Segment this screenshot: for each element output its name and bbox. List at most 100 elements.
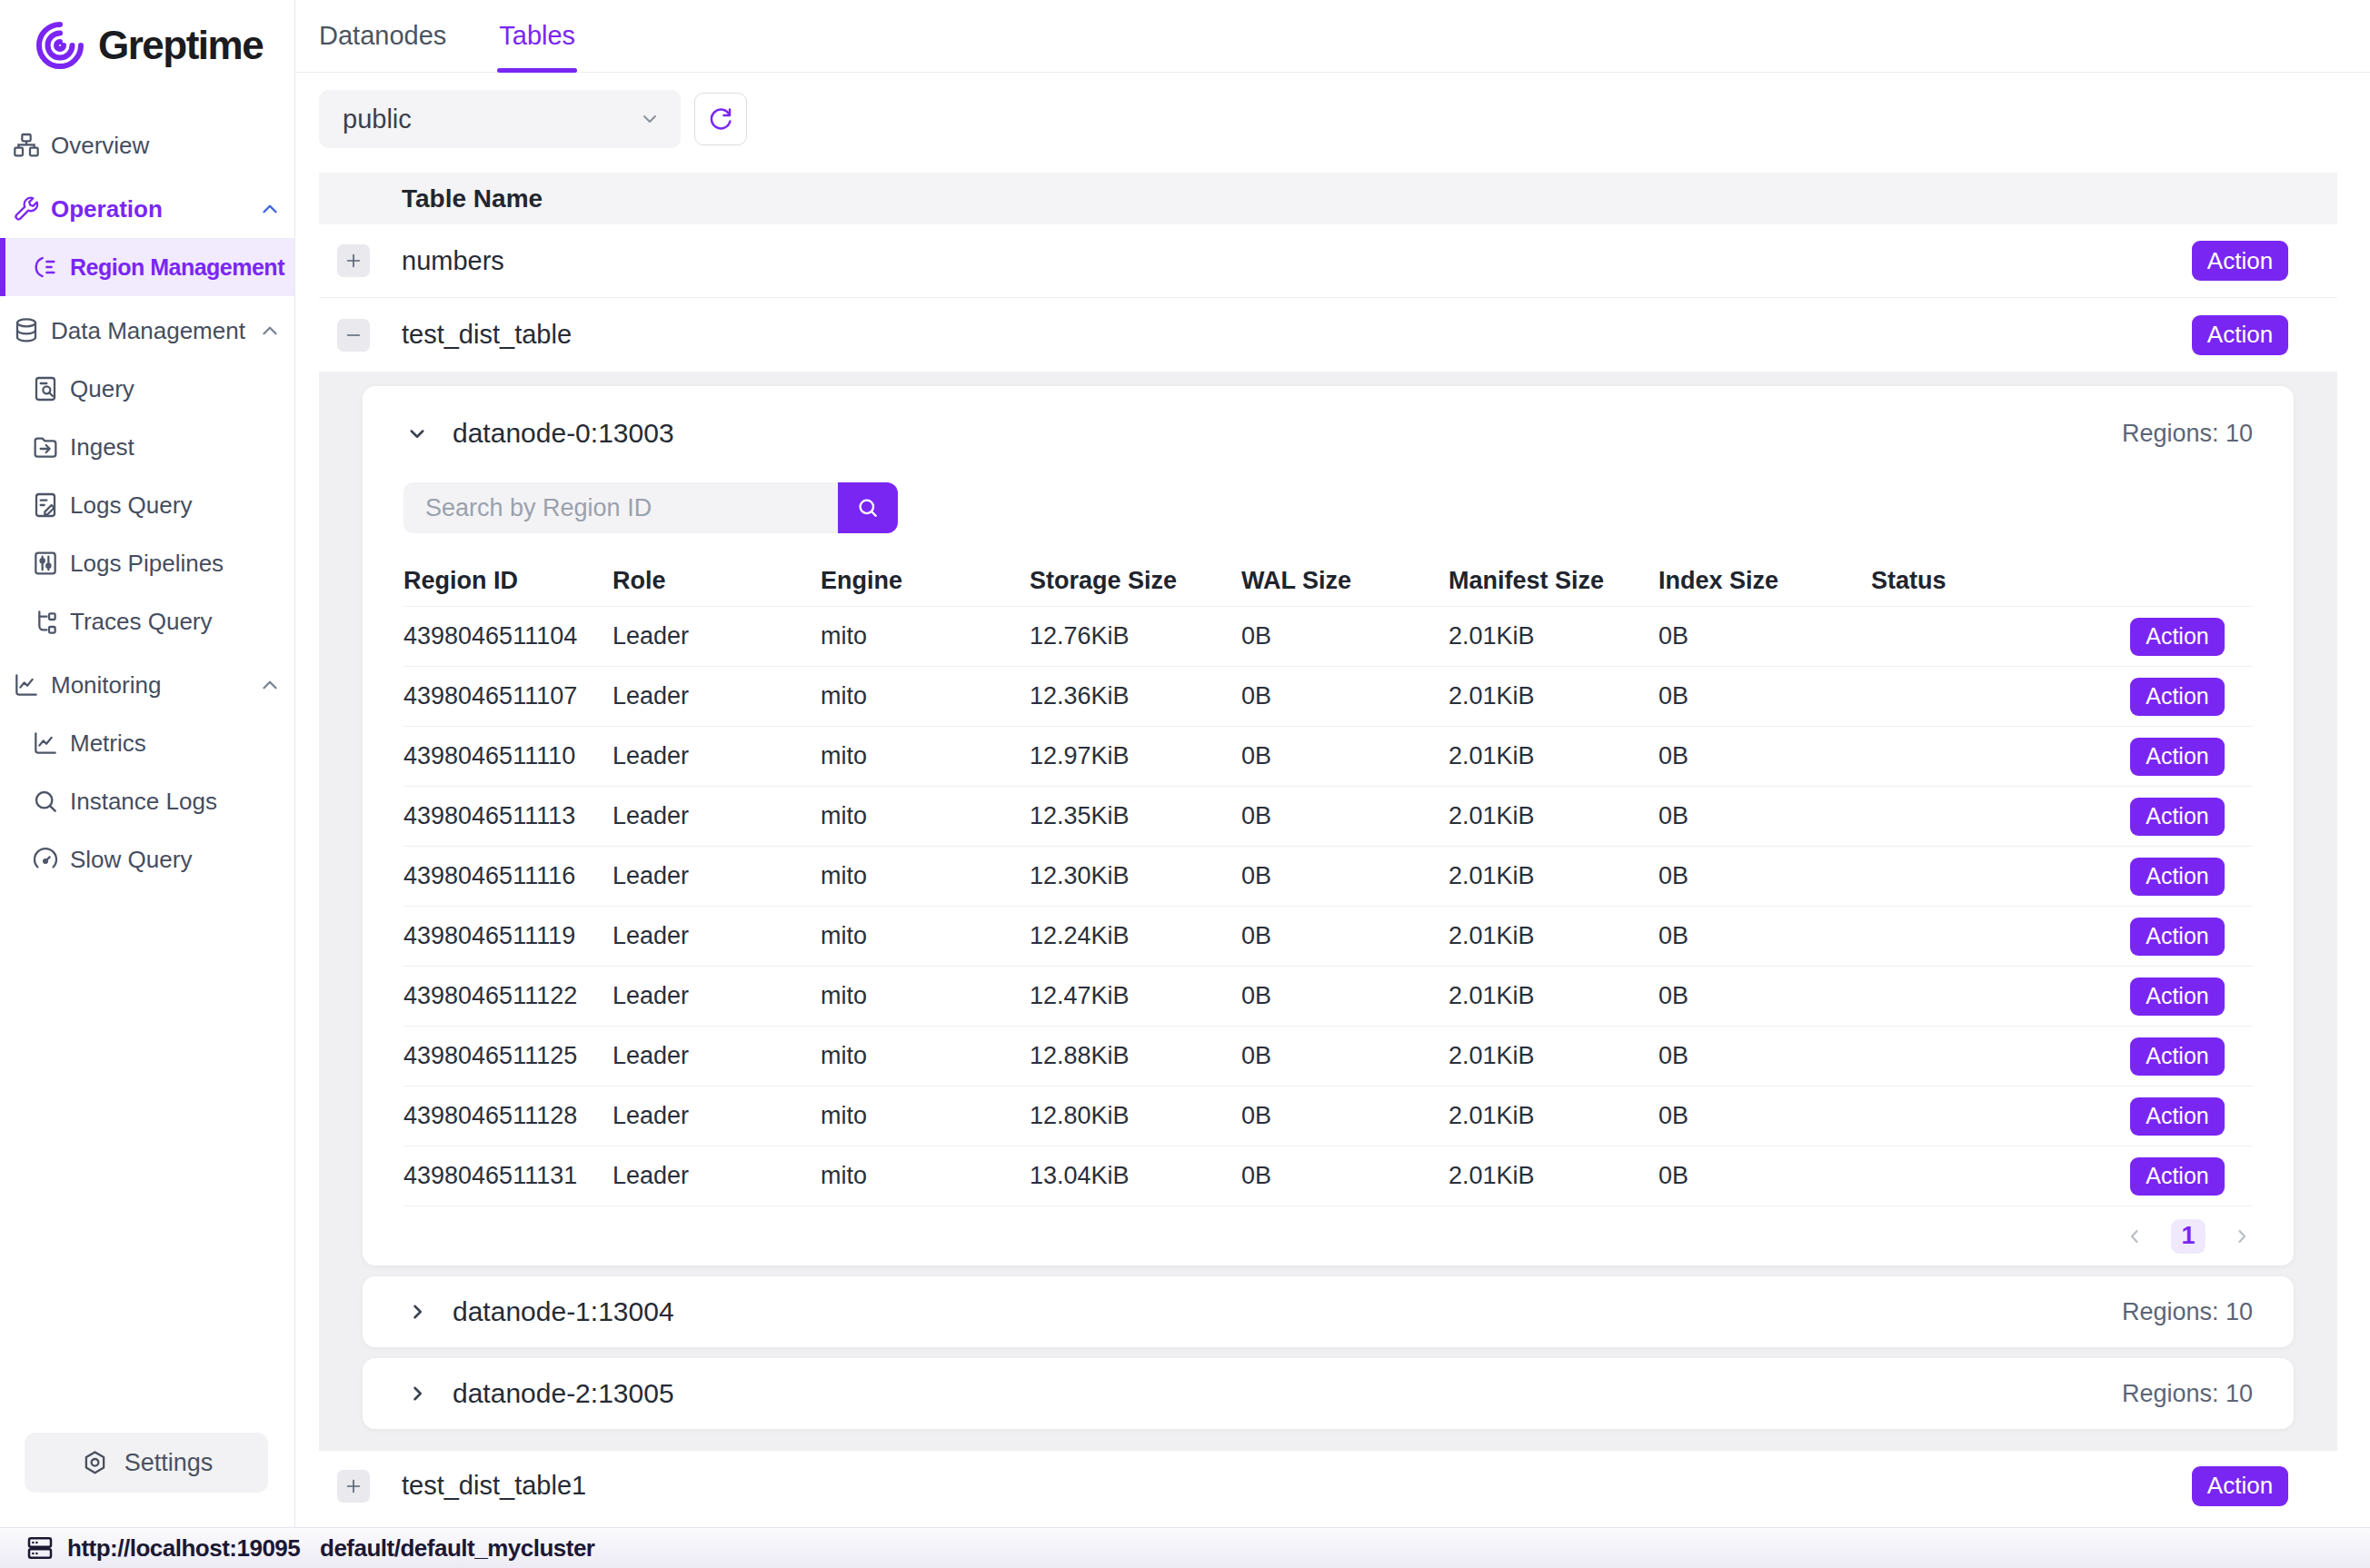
region-action-button[interactable]: Action (2130, 978, 2225, 1016)
expand-button[interactable] (337, 1470, 370, 1503)
sidebar-item-traces-query[interactable]: Traces Query (0, 592, 294, 650)
sidebar-item-slow-query[interactable]: Slow Query (0, 830, 294, 888)
page-number[interactable]: 1 (2171, 1219, 2206, 1254)
cell-manifest-size: 2.01KiB (1449, 1162, 1658, 1190)
tab-tables[interactable]: Tables (499, 0, 575, 73)
cell-index-size: 0B (1658, 982, 1871, 1010)
region-row: 4398046511104Leadermito12.76KiB0B2.01KiB… (403, 606, 2253, 666)
sidebar-item-region-management[interactable]: Region Management (0, 238, 294, 296)
status-url[interactable]: http://localhost:19095 (67, 1534, 300, 1563)
brand-logo: Greptime (0, 0, 294, 73)
sidebar-item-instance-logs[interactable]: Instance Logs (0, 772, 294, 830)
sidebar-nav: Overview Operation Region Management Dat… (0, 116, 294, 888)
sidebar-item-query[interactable]: Query (0, 360, 294, 418)
cell-wal-size: 0B (1241, 1102, 1449, 1130)
sidebar-item-metrics[interactable]: Metrics (0, 714, 294, 772)
database-icon (12, 316, 41, 345)
collapse-button[interactable] (337, 319, 370, 352)
sidebar-item-ingest[interactable]: Ingest (0, 418, 294, 476)
cell-engine: mito (821, 922, 1030, 950)
column-header: Manifest Size (1449, 567, 1658, 595)
chart-line-icon (12, 670, 41, 700)
cell-engine: mito (821, 1102, 1030, 1130)
pagination: 1 (403, 1206, 2253, 1265)
sidebar-section-operation[interactable]: Operation (0, 180, 294, 238)
status-cluster: default/default_mycluster (320, 1534, 594, 1563)
cell-storage-size: 12.30KiB (1030, 862, 1241, 890)
region-action-button[interactable]: Action (2130, 678, 2225, 716)
region-row: 4398046511131Leadermito13.04KiB0B2.01KiB… (403, 1146, 2253, 1206)
column-header: Storage Size (1030, 567, 1241, 595)
cell-wal-size: 0B (1241, 622, 1449, 650)
region-action-button[interactable]: Action (2130, 1157, 2225, 1196)
sidebar-section-data-management[interactable]: Data Management (0, 302, 294, 360)
region-action-button[interactable]: Action (2130, 918, 2225, 956)
refresh-button[interactable] (694, 93, 747, 145)
controls-row: public (319, 90, 2370, 148)
schema-select[interactable]: public (319, 90, 681, 148)
region-action-button[interactable]: Action (2130, 1097, 2225, 1136)
cell-manifest-size: 2.01KiB (1449, 1102, 1658, 1130)
sidebar-item-label: Logs Query (70, 491, 192, 520)
cell-wal-size: 0B (1241, 1042, 1449, 1070)
cell-role: Leader (612, 982, 821, 1010)
prev-page-icon[interactable] (2124, 1226, 2146, 1247)
cell-role: Leader (612, 622, 821, 650)
cell-storage-size: 12.97KiB (1030, 742, 1241, 770)
chevron-right-icon[interactable] (403, 1298, 431, 1325)
region-action-button[interactable]: Action (2130, 618, 2225, 656)
sidebar-item-label: Logs Pipelines (70, 550, 224, 578)
cell-region-id: 4398046511104 (403, 622, 612, 650)
app: Greptime Overview Operation Region Manag… (0, 0, 2370, 1568)
cell-manifest-size: 2.01KiB (1449, 1042, 1658, 1070)
chevron-right-icon[interactable] (403, 1380, 431, 1407)
ingest-icon (31, 432, 60, 461)
region-action-button[interactable]: Action (2130, 798, 2225, 836)
minus-icon (344, 325, 363, 345)
cell-region-id: 4398046511107 (403, 682, 612, 710)
cell-wal-size: 0B (1241, 802, 1449, 830)
cell-engine: mito (821, 982, 1030, 1010)
greptime-logo-icon (33, 18, 87, 73)
settings-label: Settings (124, 1449, 214, 1477)
sidebar-item-label: Slow Query (70, 846, 192, 874)
next-page-icon[interactable] (2231, 1226, 2253, 1247)
sidebar-section-label: Operation (51, 195, 163, 223)
region-table-header: Region IDRoleEngineStorage SizeWAL SizeM… (403, 555, 2253, 606)
sidebar-item-label: Overview (51, 132, 149, 160)
cell-storage-size: 12.47KiB (1030, 982, 1241, 1010)
chevron-down-icon[interactable] (403, 420, 431, 447)
column-header: Region ID (403, 567, 612, 595)
cell-storage-size: 12.36KiB (1030, 682, 1241, 710)
cell-engine: mito (821, 742, 1030, 770)
cell-storage-size: 12.24KiB (1030, 922, 1241, 950)
datanode-name: datanode-1:13004 (453, 1296, 674, 1327)
column-header: Status (1871, 567, 2035, 595)
tab-datanodes[interactable]: Datanodes (319, 0, 446, 73)
cell-engine: mito (821, 682, 1030, 710)
region-action-button[interactable]: Action (2130, 858, 2225, 896)
expand-button[interactable] (337, 244, 370, 277)
region-search-button[interactable] (838, 482, 898, 533)
sidebar-item-overview[interactable]: Overview (0, 116, 294, 174)
table-name: numbers (402, 246, 504, 276)
wrench-icon (12, 194, 41, 223)
region-action-button[interactable]: Action (2130, 1037, 2225, 1076)
sidebar-item-logs-pipelines[interactable]: Logs Pipelines (0, 534, 294, 592)
sidebar-item-logs-query[interactable]: Logs Query (0, 476, 294, 534)
region-search-input[interactable]: Search by Region ID (403, 482, 838, 533)
action-button[interactable]: Action (2192, 1466, 2288, 1506)
action-button[interactable]: Action (2192, 315, 2288, 355)
regions-count: Regions: 10 (2122, 420, 2253, 448)
cell-region-id: 4398046511119 (403, 922, 612, 950)
region-search: Search by Region ID (403, 482, 2253, 533)
cell-role: Leader (612, 1102, 821, 1130)
settings-button[interactable]: Settings (25, 1433, 268, 1493)
tab-label: Tables (499, 21, 575, 51)
region-table-body: 4398046511104Leadermito12.76KiB0B2.01KiB… (403, 606, 2253, 1206)
cell-role: Leader (612, 682, 821, 710)
chevron-up-icon (258, 673, 282, 697)
sidebar-section-monitoring[interactable]: Monitoring (0, 656, 294, 714)
action-button[interactable]: Action (2192, 241, 2288, 281)
region-action-button[interactable]: Action (2130, 738, 2225, 776)
